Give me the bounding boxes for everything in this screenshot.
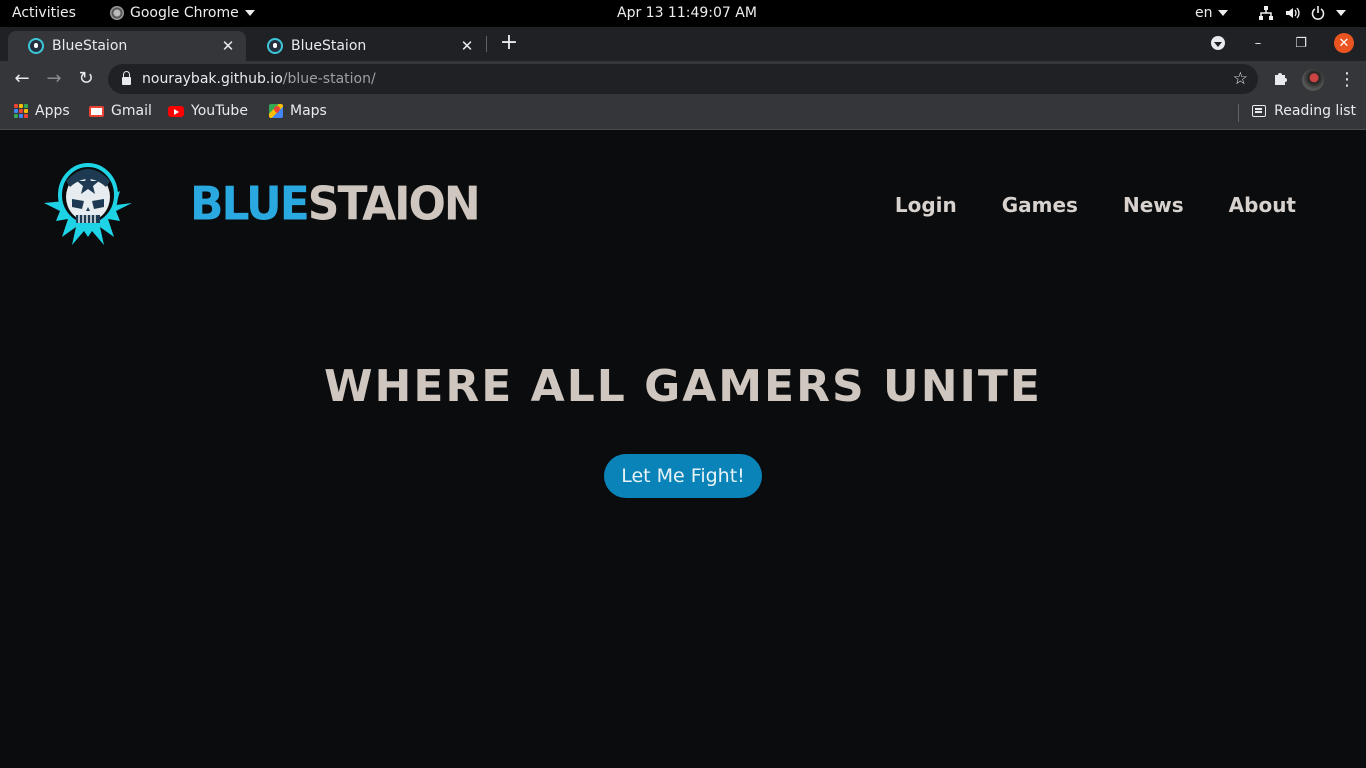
- site-nav: Login Games News About: [895, 193, 1296, 217]
- bookmark-label: Apps: [35, 103, 70, 119]
- chevron-down-icon: [1217, 10, 1228, 16]
- tab-search-button[interactable]: [1211, 36, 1225, 50]
- web-page: BLUESTAION Login Games News About WHERE …: [0, 131, 1366, 768]
- let-me-fight-button[interactable]: Let Me Fight!: [604, 454, 762, 498]
- brand-blue-text: BLUE: [190, 177, 310, 232]
- youtube-icon: [168, 105, 184, 117]
- close-tab-icon[interactable]: ✕: [220, 38, 236, 54]
- reading-list-icon: [1252, 105, 1267, 117]
- skull-favicon-icon: [28, 38, 44, 54]
- window-controls: – ❐ ✕: [1211, 33, 1354, 53]
- brand-grey-text: STAION: [307, 177, 481, 232]
- bookmark-youtube[interactable]: YouTube: [168, 103, 248, 119]
- brand-wordmark[interactable]: BLUESTAION: [190, 177, 481, 232]
- system-tray[interactable]: [1258, 5, 1346, 21]
- nav-news-link[interactable]: News: [1123, 193, 1184, 217]
- reading-list-label: Reading list: [1274, 103, 1356, 119]
- apps-grid-icon: [14, 104, 28, 118]
- toolbar-right: ⋮: [1272, 69, 1356, 91]
- skull-favicon-icon: [267, 38, 283, 54]
- nav-about-link[interactable]: About: [1229, 193, 1296, 217]
- new-tab-button[interactable]: +: [499, 32, 519, 54]
- reading-list-button[interactable]: Reading list: [1252, 103, 1356, 119]
- tab-title: BlueStaion: [291, 38, 367, 54]
- restore-button[interactable]: ❐: [1291, 33, 1311, 53]
- tab-bluestaion-active[interactable]: BlueStaion ✕: [8, 31, 246, 61]
- bookmark-label: Maps: [290, 103, 327, 119]
- tab-bluestaion[interactable]: BlueStaion ✕: [247, 31, 485, 61]
- forward-button[interactable]: →: [44, 69, 64, 89]
- url-host: nouraybak.github.io: [142, 71, 283, 87]
- power-icon: [1311, 6, 1325, 20]
- hero-title: WHERE ALL GAMERS UNITE: [323, 361, 1042, 412]
- address-bar[interactable]: nouraybak.github.io/blue-station/ ☆: [108, 64, 1258, 94]
- browser-toolbar: ← → ↻ nouraybak.github.io/blue-station/ …: [0, 61, 1366, 97]
- app-menu-label: Google Chrome: [130, 5, 239, 21]
- volume-icon: [1286, 7, 1300, 19]
- tab-title: BlueStaion: [52, 38, 128, 54]
- nav-login-link[interactable]: Login: [895, 193, 957, 217]
- tab-divider: [486, 36, 487, 52]
- minimize-button[interactable]: –: [1248, 33, 1268, 53]
- chevron-down-icon: [1336, 10, 1346, 16]
- bookmark-maps[interactable]: Maps: [269, 103, 327, 119]
- chrome-icon: [110, 6, 124, 20]
- bookmark-label: Gmail: [111, 103, 152, 119]
- activities-button[interactable]: Activities: [12, 5, 76, 21]
- bookmark-star-icon[interactable]: ☆: [1233, 69, 1248, 89]
- network-icon: [1259, 6, 1273, 20]
- nav-games-link[interactable]: Games: [1002, 193, 1078, 217]
- back-button[interactable]: ←: [12, 69, 32, 89]
- app-menu[interactable]: Google Chrome: [110, 5, 255, 21]
- lock-icon[interactable]: [122, 71, 131, 85]
- reload-button[interactable]: ↻: [76, 69, 96, 89]
- skull-logo-icon[interactable]: [42, 161, 134, 247]
- tab-strip: BlueStaion ✕ BlueStaion ✕: [0, 27, 1366, 61]
- language-selector[interactable]: en: [1195, 5, 1228, 21]
- chrome-menu-icon[interactable]: ⋮: [1338, 71, 1356, 89]
- bookmark-label: YouTube: [191, 103, 248, 119]
- close-tab-icon[interactable]: ✕: [459, 38, 475, 54]
- clock[interactable]: Apr 13 11:49:07 AM: [617, 5, 757, 21]
- url-path: /blue-station/: [282, 71, 376, 87]
- maps-icon: [269, 104, 283, 118]
- bookmark-gmail[interactable]: Gmail: [89, 103, 152, 119]
- close-window-button[interactable]: ✕: [1334, 33, 1354, 53]
- bookmark-apps[interactable]: Apps: [14, 103, 70, 119]
- chevron-down-icon: [244, 10, 255, 16]
- profile-avatar[interactable]: [1302, 69, 1324, 91]
- bookmarks-bar: Apps Gmail YouTube Maps Reading list: [0, 97, 1366, 130]
- extensions-puzzle-icon[interactable]: [1272, 70, 1288, 90]
- bookmarks-divider: [1238, 104, 1239, 122]
- language-label: en: [1195, 5, 1213, 21]
- gmail-icon: [89, 105, 104, 117]
- system-top-bar: Activities Google Chrome Apr 13 11:49:07…: [0, 0, 1366, 27]
